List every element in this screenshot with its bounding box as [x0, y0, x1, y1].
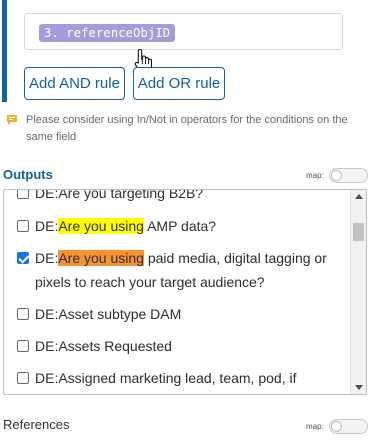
search-highlight-active: Are you using: [58, 250, 144, 266]
outputs-list[interactable]: DE:Are you targeting B2B? DE:Are you usi…: [3, 189, 367, 395]
hint-note: Please consider using In/Not in operator…: [6, 112, 368, 146]
outputs-list-viewport: DE:Are you targeting B2B? DE:Are you usi…: [4, 190, 350, 394]
rule-accent-bar: [2, 0, 7, 102]
toggle-knob: [331, 421, 342, 432]
rule-block: 3. referenceObjID Add AND rule Add OR ru…: [0, 0, 377, 104]
hint-note-text: Please consider using In/Not in operator…: [26, 114, 348, 143]
toggle-knob: [331, 170, 342, 181]
outputs-title: Outputs: [3, 167, 53, 182]
add-or-rule-button[interactable]: Add OR rule: [133, 67, 225, 100]
outputs-map-toggle[interactable]: [329, 168, 368, 183]
outputs-scrollbar[interactable]: [350, 190, 366, 394]
scroll-thumb[interactable]: [353, 223, 364, 241]
output-option[interactable]: DE:Asset subtype DAM: [16, 302, 346, 326]
output-option[interactable]: DE:Are you using AMP data?: [16, 214, 346, 238]
output-option[interactable]: DE:Are you using paid media, digital tag…: [16, 246, 346, 294]
output-label: DE:Assets Requested: [35, 338, 172, 354]
output-label: DE:Are you using paid media, digital tag…: [35, 250, 327, 290]
outputs-map-label: map:: [306, 171, 324, 180]
output-checkbox[interactable]: [17, 220, 29, 232]
output-option[interactable]: DE:Assigned marketing lead, team, pod, i…: [16, 366, 346, 390]
scroll-down-arrow-icon[interactable]: [355, 385, 363, 390]
output-label: DE:Assigned marketing lead, team, pod, i…: [35, 370, 297, 386]
search-highlight: Are you using: [58, 218, 144, 234]
references-title: References: [3, 417, 70, 432]
field-selector[interactable]: 3. referenceObjID: [24, 13, 343, 50]
output-label: DE:Asset subtype DAM: [35, 306, 182, 322]
field-token[interactable]: 3. referenceObjID: [39, 24, 176, 42]
scroll-up-arrow-icon[interactable]: [355, 194, 363, 199]
output-option[interactable]: DE:Are you targeting B2B?: [16, 190, 346, 205]
output-checkbox[interactable]: [17, 190, 29, 199]
references-map-label: map:: [306, 422, 324, 431]
output-checkbox-checked[interactable]: [17, 252, 29, 264]
output-checkbox[interactable]: [17, 372, 29, 384]
add-and-rule-button[interactable]: Add AND rule: [24, 67, 125, 100]
references-map-toggle[interactable]: [329, 419, 368, 434]
output-option[interactable]: DE:Assets Requested: [16, 334, 346, 358]
output-checkbox[interactable]: [17, 340, 29, 352]
output-checkbox[interactable]: [17, 308, 29, 320]
output-label: DE:Are you using AMP data?: [35, 218, 217, 234]
comment-icon: [7, 115, 17, 125]
output-label: DE:Are you targeting B2B?: [35, 190, 204, 201]
